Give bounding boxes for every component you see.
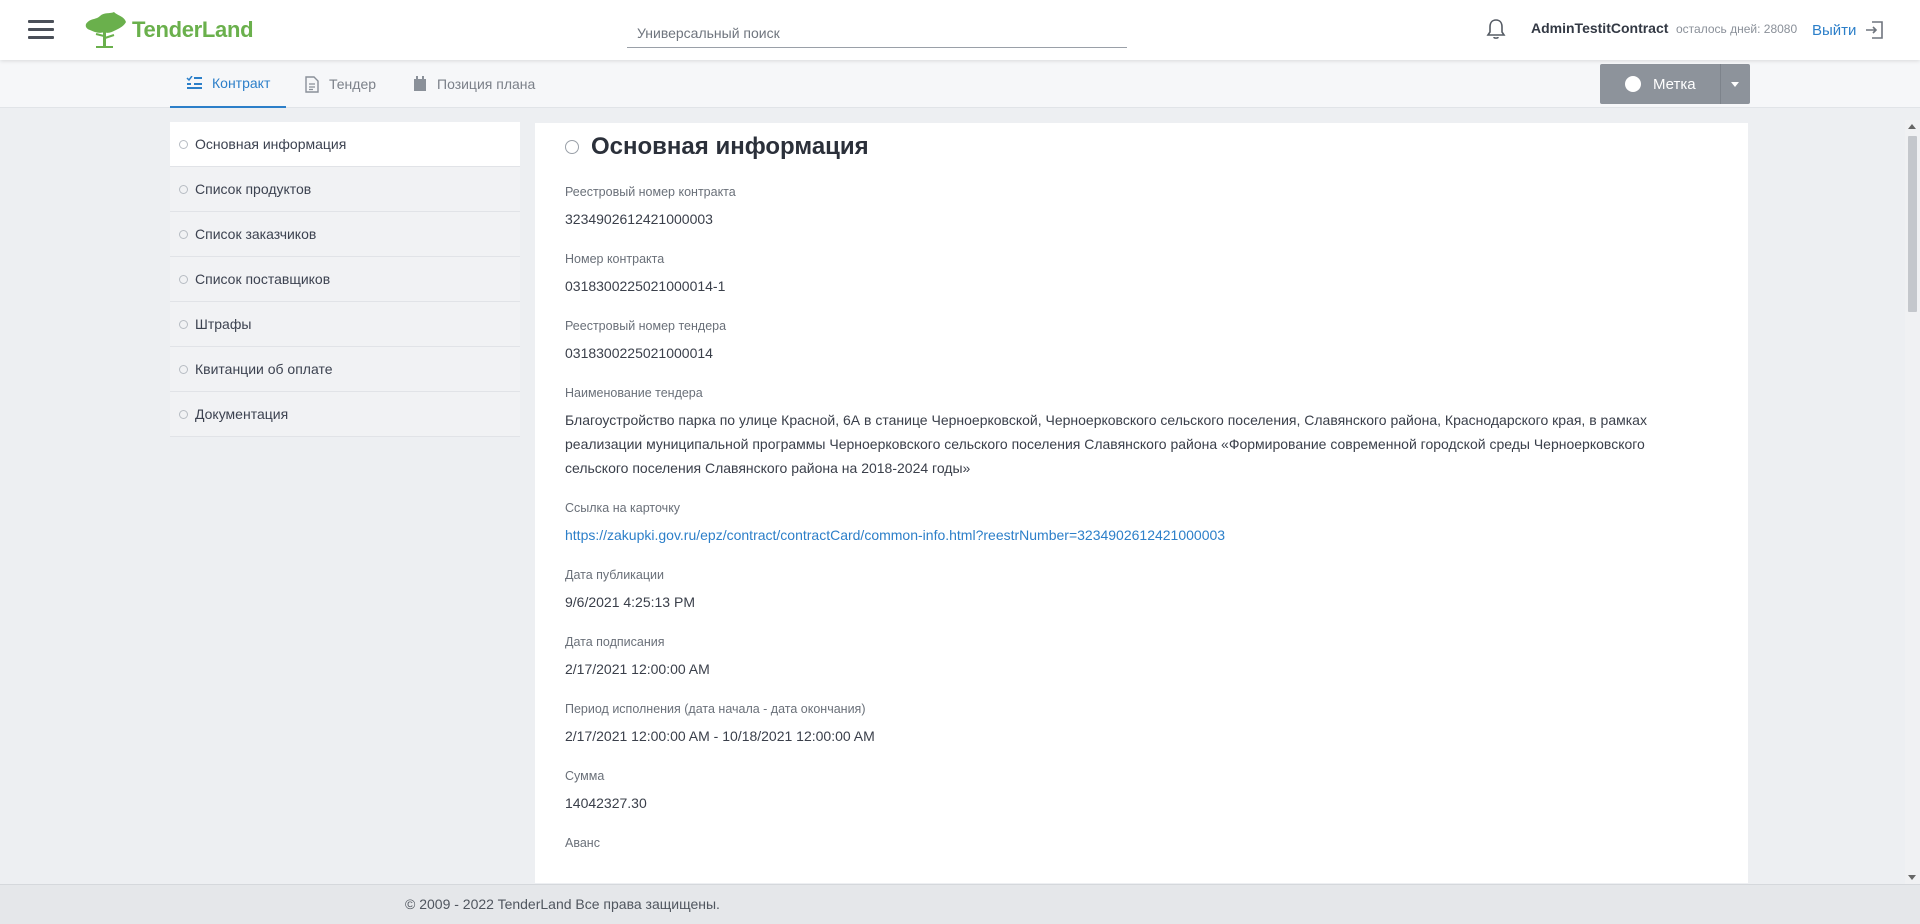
sidebar-item-suppliers[interactable]: Список поставщиков bbox=[170, 257, 520, 302]
sidebar-item-label: Штрафы bbox=[195, 316, 252, 332]
sidebar-item-customers[interactable]: Список заказчиков bbox=[170, 212, 520, 257]
field-value: 2/17/2021 12:00:00 AM - 10/18/2021 12:00… bbox=[565, 728, 875, 744]
field-value: 9/6/2021 4:25:13 PM bbox=[565, 594, 695, 610]
sidebar-item-label: Документация bbox=[195, 406, 289, 422]
sidebar-item-main-info[interactable]: Основная информация bbox=[170, 122, 520, 167]
search-input[interactable] bbox=[627, 18, 1127, 48]
scroll-down-icon[interactable] bbox=[1908, 875, 1916, 880]
field-value: 0318300225021000014-1 bbox=[565, 278, 726, 294]
main-info-card: Основная информация Реестровый номер кон… bbox=[535, 123, 1748, 883]
label-dot-icon bbox=[1625, 76, 1641, 92]
sidebar-item-receipts[interactable]: Квитанции об оплате bbox=[170, 347, 520, 392]
logo-text: TenderLand bbox=[132, 17, 254, 42]
field-label: Наименование тендера bbox=[565, 386, 703, 400]
bell-icon[interactable] bbox=[1486, 18, 1506, 40]
tab-tender-label: Тендер bbox=[329, 76, 377, 92]
sidebar-item-label: Квитанции об оплате bbox=[195, 361, 333, 377]
tab-tender[interactable]: Тендер bbox=[289, 60, 392, 108]
field-advance: Аванс bbox=[565, 836, 1695, 850]
tree-map-logo-icon bbox=[85, 12, 126, 48]
circle-icon bbox=[179, 229, 188, 239]
sidebar-item-products[interactable]: Список продуктов bbox=[170, 167, 520, 212]
circle-icon bbox=[179, 319, 188, 329]
field-value: 2/17/2021 12:00:00 AM bbox=[565, 661, 710, 677]
page-scrollbar[interactable] bbox=[1905, 120, 1920, 884]
sidebar-item-label: Список поставщиков bbox=[195, 271, 331, 287]
username[interactable]: AdminTestitContract bbox=[1531, 20, 1668, 36]
circle-icon bbox=[179, 274, 188, 284]
scrollbar-thumb[interactable] bbox=[1908, 136, 1917, 312]
field-label: Ссылка на карточку bbox=[565, 501, 681, 515]
logout-label: Выйти bbox=[1812, 21, 1857, 39]
field-label: Период исполнения (дата начала - дата ок… bbox=[565, 702, 866, 716]
contract-icon bbox=[186, 76, 202, 89]
page-title: Основная информация bbox=[591, 133, 869, 160]
sidebar-item-label: Список заказчиков bbox=[195, 226, 317, 242]
chevron-down-icon[interactable] bbox=[1731, 82, 1739, 87]
field-amount: Сумма 14042327.30 bbox=[565, 769, 1695, 815]
field-label: Аванс bbox=[565, 836, 600, 850]
document-icon bbox=[305, 75, 319, 93]
field-value: 3234902612421000003 bbox=[565, 211, 713, 227]
circle-icon bbox=[179, 184, 188, 194]
label-button-text: Метка bbox=[1653, 75, 1696, 93]
days-left: осталось дней: 28080 bbox=[1676, 22, 1798, 36]
field-card-link: Ссылка на карточку https://zakupki.gov.r… bbox=[565, 501, 1695, 547]
field-publication-date: Дата публикации 9/6/2021 4:25:13 PM bbox=[565, 568, 1695, 614]
field-value: 14042327.30 bbox=[565, 795, 647, 811]
field-contract-registry-number: Реестровый номер контракта 3234902612421… bbox=[565, 185, 1695, 231]
field-label: Сумма bbox=[565, 769, 605, 783]
menu-icon[interactable] bbox=[28, 20, 54, 40]
tab-contract-label: Контракт bbox=[212, 75, 271, 91]
copyright-text: © 2009 - 2022 TenderLand Все права защищ… bbox=[405, 896, 720, 912]
field-execution-period: Период исполнения (дата начала - дата ок… bbox=[565, 702, 1695, 748]
field-value: Благоустройство парка по улице Красной, … bbox=[565, 412, 1647, 476]
field-contract-number: Номер контракта 0318300225021000014-1 bbox=[565, 252, 1695, 298]
tab-plan-position[interactable]: Позиция плана bbox=[397, 60, 551, 108]
circle-icon bbox=[179, 139, 188, 149]
sidebar: Основная информация Список продуктов Спи… bbox=[170, 122, 520, 437]
field-label: Дата подписания bbox=[565, 635, 665, 649]
sidebar-item-documentation[interactable]: Документация bbox=[170, 392, 520, 437]
section-header: Основная информация bbox=[565, 133, 869, 161]
sidebar-item-label: Список продуктов bbox=[195, 181, 312, 197]
field-label: Реестровый номер тендера bbox=[565, 319, 727, 333]
logo[interactable]: TenderLand bbox=[82, 10, 254, 50]
logout-button[interactable]: Выйти bbox=[1812, 20, 1884, 40]
field-label: Реестровый номер контракта bbox=[565, 185, 736, 199]
plan-icon bbox=[414, 76, 426, 91]
field-tender-registry-number: Реестровый номер тендера 031830022502100… bbox=[565, 319, 1695, 365]
circle-icon bbox=[179, 409, 188, 419]
card-link[interactable]: https://zakupki.gov.ru/epz/contract/cont… bbox=[565, 523, 1695, 547]
field-label: Номер контракта bbox=[565, 252, 665, 266]
circle-icon bbox=[565, 140, 579, 154]
field-tender-name: Наименование тендера Благоустройство пар… bbox=[565, 386, 1695, 480]
header: TenderLand AdminTestitContract осталось … bbox=[0, 0, 1920, 60]
scroll-up-icon[interactable] bbox=[1908, 124, 1916, 129]
tab-plan-position-label: Позиция плана bbox=[437, 76, 536, 92]
footer: © 2009 - 2022 TenderLand Все права защищ… bbox=[0, 884, 1920, 924]
field-value: 0318300225021000014 bbox=[565, 345, 713, 361]
sidebar-item-penalties[interactable]: Штрафы bbox=[170, 302, 520, 347]
field-list: Реестровый номер контракта 3234902612421… bbox=[565, 185, 1695, 871]
label-button[interactable]: Метка bbox=[1600, 64, 1750, 104]
tab-contract[interactable]: Контракт bbox=[170, 60, 287, 108]
field-signing-date: Дата подписания 2/17/2021 12:00:00 AM bbox=[565, 635, 1695, 681]
circle-icon bbox=[179, 364, 188, 374]
sidebar-item-label: Основная информация bbox=[195, 136, 347, 152]
field-label: Дата публикации bbox=[565, 568, 665, 582]
logout-icon bbox=[1866, 21, 1884, 39]
